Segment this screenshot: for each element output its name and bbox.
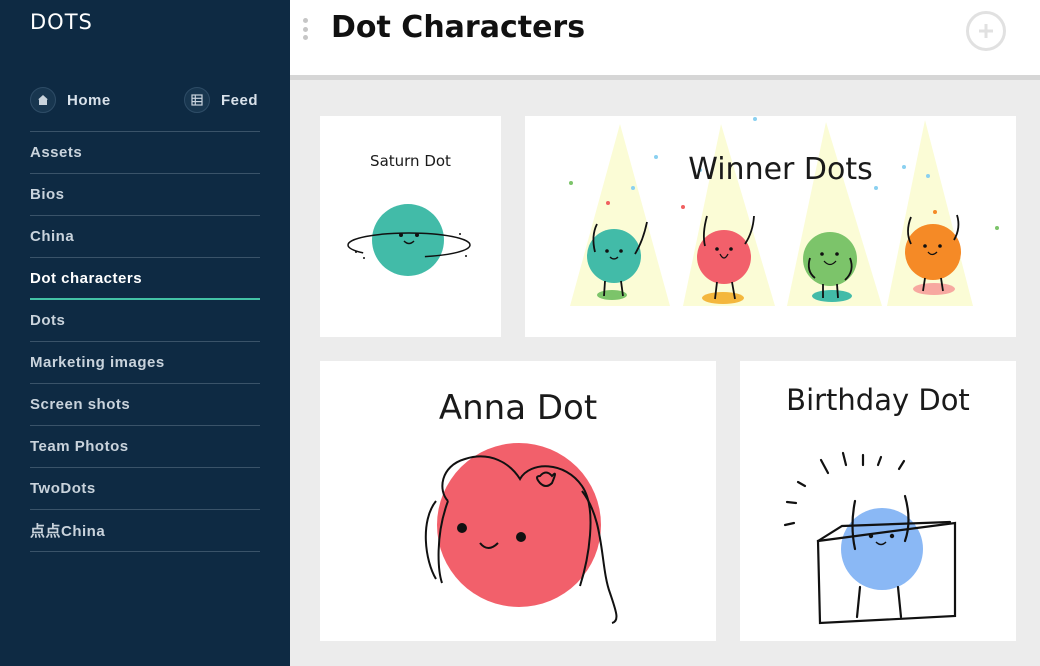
sidebar: DOTS Home Feed Assets Bios China Dot cha… (0, 0, 290, 666)
card-title: Saturn Dot (370, 152, 451, 170)
sidebar-item-team-photos[interactable]: Team Photos (30, 426, 260, 468)
brand-logo: DOTS (30, 10, 93, 34)
home-label: Home (67, 91, 111, 109)
asset-card-anna-dot[interactable]: Anna Dot (320, 361, 716, 641)
sidebar-item-screen-shots[interactable]: Screen shots (30, 384, 260, 426)
sidebar-item-dian-dian-china[interactable]: 点点China (30, 510, 260, 552)
asset-card-birthday-dot[interactable]: Birthday Dot (740, 361, 1016, 641)
winner-dots-illustration (569, 117, 999, 306)
feed-label: Feed (221, 91, 259, 109)
asset-card-winner-dots[interactable]: Winner Dots (525, 116, 1016, 337)
home-link[interactable]: Home (30, 86, 111, 114)
feed-icon (184, 87, 210, 113)
page-header: Dot Characters (290, 0, 1040, 80)
sidebar-item-bios[interactable]: Bios (30, 174, 260, 216)
sidebar-item-assets[interactable]: Assets (30, 132, 260, 174)
plus-icon (979, 24, 993, 38)
home-icon (30, 87, 56, 113)
drag-handle-icon[interactable] (302, 18, 308, 40)
page-title: Dot Characters (331, 10, 586, 45)
card-title: Anna Dot (438, 388, 598, 428)
quick-nav: Home Feed (30, 86, 260, 114)
saturn-dot-illustration (347, 204, 471, 276)
card-title: Birthday Dot (786, 383, 970, 417)
asset-card-saturn-dot[interactable]: Saturn Dot (320, 116, 501, 337)
sidebar-item-dots[interactable]: Dots (30, 300, 260, 342)
sidebar-menu: Assets Bios China Dot characters Dots Ma… (30, 131, 260, 552)
add-button[interactable] (966, 11, 1006, 51)
sidebar-item-marketing-images[interactable]: Marketing images (30, 342, 260, 384)
feed-link[interactable]: Feed (184, 86, 258, 114)
sidebar-item-china[interactable]: China (30, 216, 260, 258)
sidebar-item-dot-characters[interactable]: Dot characters (30, 258, 260, 300)
card-title: Winner Dots (688, 152, 873, 187)
sidebar-item-twodots[interactable]: TwoDots (30, 468, 260, 510)
